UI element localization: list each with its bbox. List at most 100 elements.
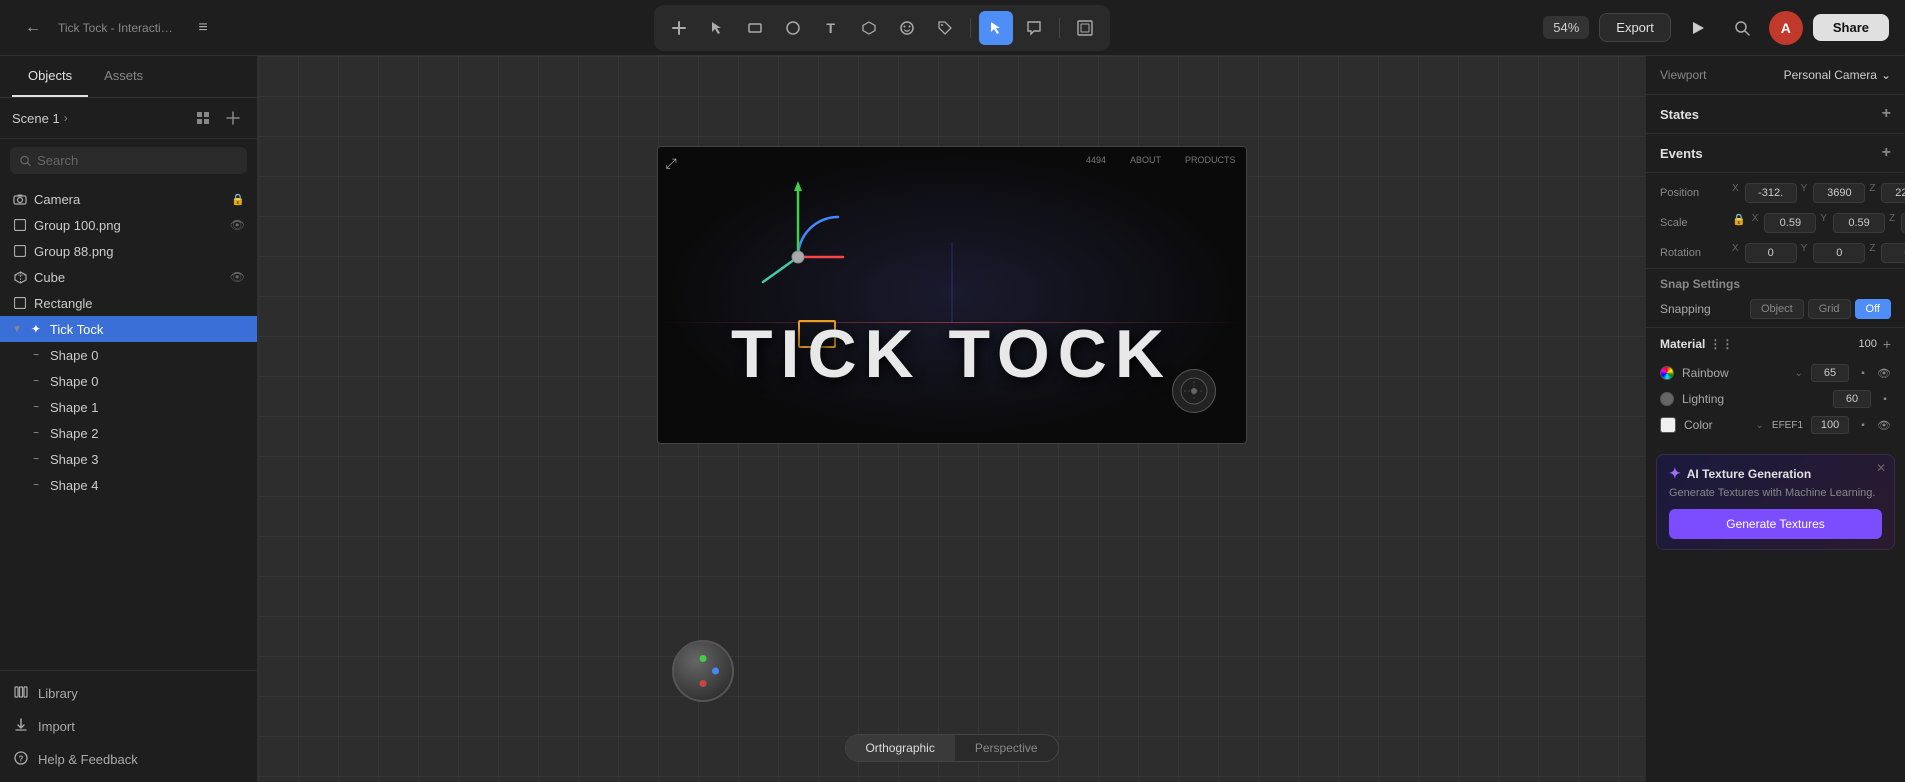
share-button[interactable]: Share <box>1813 14 1889 41</box>
slider-icon: ▪ <box>1879 393 1891 405</box>
panel-tabs: Objects Assets <box>0 56 257 98</box>
canvas-area[interactable]: ⤢ 4494 ABOUT PRODUCTS <box>258 56 1645 782</box>
axis-z <box>951 243 952 323</box>
orientation-widget[interactable] <box>1172 369 1216 413</box>
library-button[interactable]: Library <box>0 677 257 710</box>
item-name: Group 100.png <box>34 218 224 233</box>
add-event-button[interactable]: + <box>1882 144 1891 162</box>
scale-label: Scale <box>1660 217 1724 229</box>
list-item[interactable]: ~ Shape 3 <box>0 446 257 472</box>
avatar[interactable]: A <box>1769 11 1803 45</box>
lighting-value[interactable]: 60 <box>1833 390 1871 408</box>
tag-icon <box>937 20 953 36</box>
scale-x-input[interactable]: 0.59 <box>1764 213 1816 233</box>
help-button[interactable]: ? Help & Feedback <box>0 743 257 776</box>
list-item[interactable]: Cube 👁 <box>0 264 257 290</box>
grid-view-button[interactable] <box>191 106 215 130</box>
select-tool-button[interactable] <box>700 11 734 45</box>
tag-tool-button[interactable] <box>928 11 962 45</box>
list-item[interactable]: Camera 🔒 <box>0 186 257 212</box>
scale-z-input[interactable]: 204.0 <box>1901 213 1905 233</box>
generate-textures-button[interactable]: Generate Textures <box>1669 509 1882 539</box>
y-label: Y <box>1801 243 1808 263</box>
add-tool-button[interactable] <box>662 11 696 45</box>
rotation-z-input[interactable]: 0 <box>1881 243 1905 263</box>
list-item[interactable]: ~ Shape 4 <box>0 472 257 498</box>
pointer-icon <box>988 20 1004 36</box>
scene-title-text: Scene 1 <box>12 111 60 126</box>
list-item-ticktock[interactable]: ▼ ✦ Tick Tock <box>0 316 257 342</box>
menu-icon: ≡ <box>198 19 207 37</box>
ellipse-tool-button[interactable] <box>776 11 810 45</box>
list-item[interactable]: Rectangle <box>0 290 257 316</box>
add-state-button[interactable]: + <box>1882 105 1891 123</box>
chevron-down-icon: ⌄ <box>1756 420 1764 431</box>
chat-tool-button[interactable] <box>1017 11 1051 45</box>
nav-ball-container <box>672 640 734 702</box>
window-title: Tick Tock - Interactive Landl... <box>58 21 178 35</box>
rainbow-value[interactable]: 65 <box>1811 364 1849 382</box>
off-snap-button[interactable]: Off <box>1855 299 1891 319</box>
item-name: Shape 0 <box>50 374 245 389</box>
perspective-button[interactable]: Perspective <box>955 735 1058 761</box>
ticktock-icon: ✦ <box>28 321 44 337</box>
orthographic-button[interactable]: Orthographic <box>845 735 954 761</box>
list-item[interactable]: Group 88.png <box>0 238 257 264</box>
viewport-select[interactable]: Personal Camera ⌄ <box>1784 68 1891 82</box>
rectangle-tool-button[interactable] <box>738 11 772 45</box>
material-title: Material ⋮⋮ <box>1660 337 1733 351</box>
rectangle-icon <box>747 20 763 36</box>
export-button[interactable]: Export <box>1599 13 1671 42</box>
zoom-display[interactable]: 54% <box>1543 16 1589 39</box>
search-input[interactable] <box>37 153 237 168</box>
list-item[interactable]: Group 100.png 👁 <box>0 212 257 238</box>
scale-y-input[interactable]: 0.59 <box>1833 213 1885 233</box>
rotation-x-input[interactable]: 0 <box>1745 243 1797 263</box>
rotation-y-input[interactable]: 0 <box>1813 243 1865 263</box>
object-snap-button[interactable]: Object <box>1750 299 1804 319</box>
ai-star-icon: ✦ <box>1669 465 1681 482</box>
position-y-input[interactable]: 3690 <box>1813 183 1865 203</box>
grid-snap-button[interactable]: Grid <box>1808 299 1851 319</box>
orientation-ball[interactable] <box>672 640 734 702</box>
position-row: Position X -312. Y 3690 Z 2216 <box>1646 172 1905 208</box>
snapping-label: Snapping <box>1660 302 1711 316</box>
view-toggle: Orthographic Perspective <box>844 734 1058 762</box>
lighting-swatch[interactable] <box>1660 392 1674 406</box>
back-button[interactable]: ← <box>16 11 50 45</box>
tab-assets[interactable]: Assets <box>88 56 159 97</box>
color-value[interactable]: 100 <box>1811 416 1849 434</box>
3d-tool-button[interactable] <box>852 11 886 45</box>
library-icon <box>14 685 28 702</box>
list-item[interactable]: ~ Shape 2 <box>0 420 257 446</box>
color-swatch[interactable] <box>1660 417 1676 433</box>
tab-objects[interactable]: Objects <box>12 56 88 97</box>
frame-tool-button[interactable] <box>1068 11 1102 45</box>
item-name: Shape 1 <box>50 400 245 415</box>
list-item[interactable]: ~ Shape 0 <box>0 368 257 394</box>
list-item[interactable]: ~ Shape 1 <box>0 394 257 420</box>
ellipse-icon <box>785 20 801 36</box>
scene-title[interactable]: Scene 1 › <box>12 111 68 126</box>
text-tool-button[interactable]: T <box>814 11 848 45</box>
import-button[interactable]: Import <box>0 710 257 743</box>
position-x-input[interactable]: -312. <box>1745 183 1797 203</box>
add-object-button[interactable] <box>221 106 245 130</box>
x-label: X <box>1732 243 1739 263</box>
rainbow-swatch[interactable] <box>1660 366 1674 380</box>
position-z-input[interactable]: 2216 <box>1881 183 1905 203</box>
path-icon: ~ <box>28 477 44 493</box>
ai-close-button[interactable]: ✕ <box>1876 461 1886 475</box>
menu-button[interactable]: ≡ <box>186 11 220 45</box>
play-button[interactable] <box>1681 11 1715 45</box>
add-material-button[interactable]: + <box>1883 336 1891 352</box>
pointer-tool-button[interactable] <box>979 11 1013 45</box>
emoji-tool-button[interactable] <box>890 11 924 45</box>
back-icon: ← <box>25 19 41 37</box>
chevron-down-icon: ▼ <box>12 324 22 335</box>
list-item[interactable]: ~ Shape 0 <box>0 342 257 368</box>
toolbar-search-icon[interactable] <box>1725 11 1759 45</box>
slider-icon: ▪ <box>1857 419 1869 431</box>
x-label: X <box>1732 183 1739 203</box>
expand-icon[interactable]: ⤢ <box>666 155 677 172</box>
